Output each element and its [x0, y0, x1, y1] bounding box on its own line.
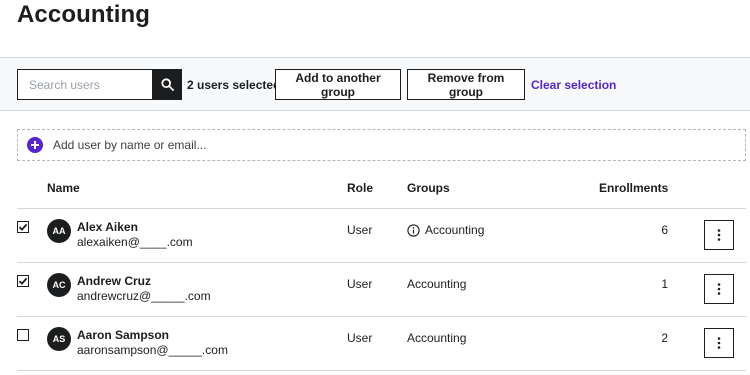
column-header-name: Name [47, 181, 80, 195]
enrollment-count: 1 [661, 277, 668, 291]
remove-from-group-button[interactable]: Remove from group [407, 69, 525, 100]
add-user-field[interactable] [17, 129, 746, 161]
avatar: AC [47, 273, 71, 297]
user-role: User [347, 223, 373, 237]
user-name: Andrew Cruz [77, 274, 152, 288]
enrollment-count: 2 [661, 331, 668, 345]
more-vertical-icon [717, 337, 721, 349]
table-row: AA Alex Aiken alexaiken@____.com User Ac… [0, 208, 750, 262]
row-checkbox[interactable] [17, 221, 29, 233]
row-checkbox[interactable] [17, 275, 29, 287]
user-group: Accounting [407, 277, 466, 291]
avatar: AA [47, 219, 71, 243]
group-name: Accounting [407, 331, 467, 345]
column-header-role: Role [347, 181, 374, 195]
enrollment-count: 6 [661, 223, 668, 237]
column-header-enrollments: Enrollments [599, 181, 669, 195]
user-role: User [347, 277, 373, 291]
row-actions-button[interactable] [704, 274, 734, 304]
table-row: AC Andrew Cruz andrewcruz@_____.com User… [0, 262, 750, 316]
search-button[interactable] [152, 69, 182, 100]
divider [17, 370, 746, 371]
add-to-another-group-button[interactable]: Add to another group [275, 69, 401, 100]
info-icon[interactable] [407, 223, 420, 237]
more-vertical-icon [717, 229, 721, 241]
user-role: User [347, 331, 373, 345]
column-header-groups: Groups [407, 181, 450, 195]
avatar: AS [47, 327, 71, 351]
group-name: Accounting [425, 223, 485, 237]
selected-count: 2 users selected [187, 78, 281, 92]
search-icon [160, 78, 174, 91]
user-email: andrewcruz@_____.com [77, 289, 211, 303]
table-row: AS Aaron Sampson aaronsampson@_____.com … [0, 316, 750, 370]
row-checkbox[interactable] [17, 329, 29, 341]
clear-selection-link[interactable]: Clear selection [531, 78, 616, 92]
group-name: Accounting [407, 277, 467, 291]
user-group: Accounting [407, 223, 484, 237]
user-name: Alex Aiken [77, 220, 138, 234]
search-users-input[interactable] [17, 69, 153, 100]
page-title: Accounting [17, 1, 150, 28]
checkmark-icon [18, 277, 28, 285]
plus-circle-icon[interactable] [27, 137, 43, 153]
row-actions-button[interactable] [704, 220, 734, 250]
more-vertical-icon [717, 283, 721, 295]
bulk-action-toolbar: 2 users selected Add to another group Re… [0, 57, 750, 111]
user-group: Accounting [407, 331, 466, 345]
row-actions-button[interactable] [704, 328, 734, 358]
add-user-input[interactable] [53, 138, 653, 152]
user-email: aaronsampson@_____.com [77, 343, 228, 357]
user-name: Aaron Sampson [77, 328, 170, 342]
checkmark-icon [18, 223, 28, 231]
user-email: alexaiken@____.com [77, 235, 193, 249]
